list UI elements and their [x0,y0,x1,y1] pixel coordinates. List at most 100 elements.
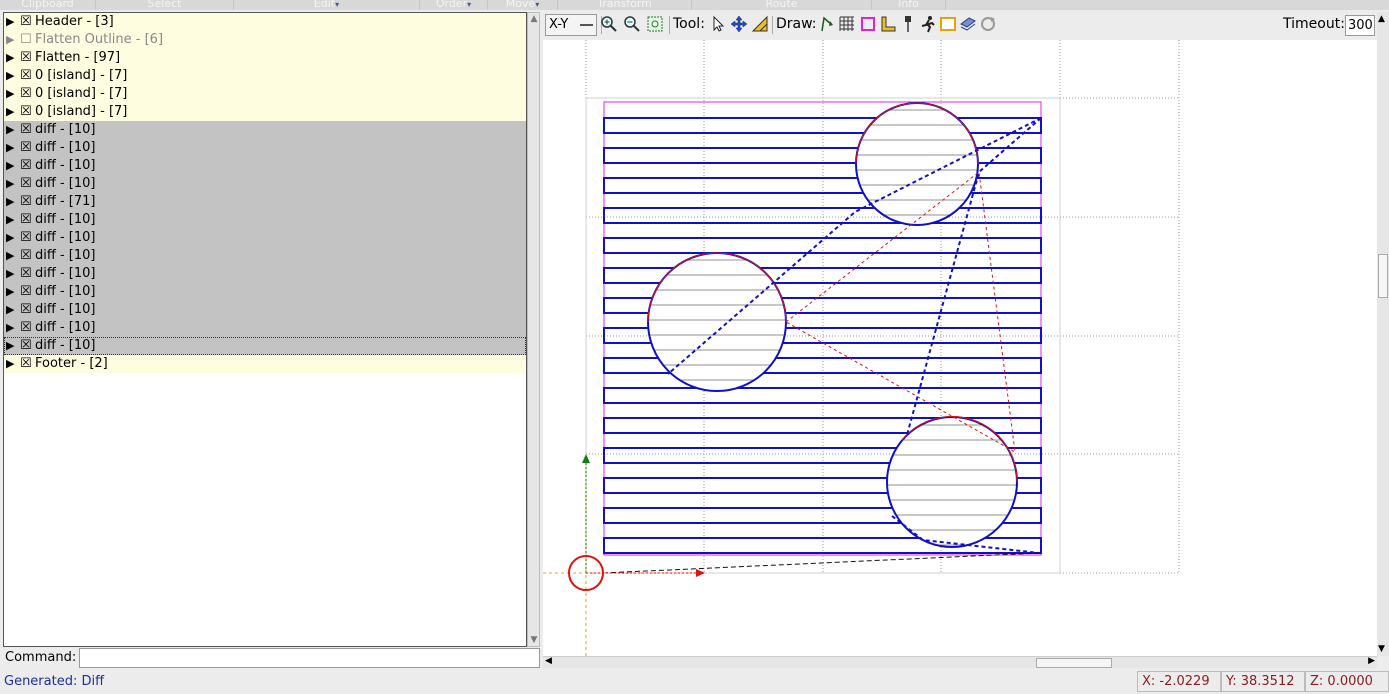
expand-arrow-icon[interactable]: ▶ [6,211,16,229]
tree-row[interactable]: ▶ ☒ diff - [10] [4,121,526,139]
tree-row[interactable]: ▶ ☒ diff - [10] [4,265,526,283]
view-plane-select[interactable]: X-Y [545,14,597,36]
tree-row[interactable]: ▶ ☒ 0 [island] - [7] [4,103,526,121]
expand-arrow-icon[interactable]: ▶ [6,265,16,283]
expand-arrow-icon[interactable]: ▶ [6,121,16,139]
menu-move[interactable]: Move▾ [488,0,558,10]
visibility-checkbox[interactable]: ☒ [20,247,32,265]
expand-arrow-icon[interactable]: ▶ [6,229,16,247]
tree-row[interactable]: ▶ ☒ 0 [island] - [7] [4,67,526,85]
tree-row[interactable]: ▶ ☒ Header - [3] [4,13,526,31]
expand-arrow-icon[interactable]: ▶ [6,157,16,175]
scroll-up-icon[interactable]: ▲ [529,14,539,24]
tree-row[interactable]: ▶ ☒ diff - [10] [4,301,526,319]
visibility-checkbox[interactable]: ☒ [20,121,32,139]
zoom-out-icon[interactable] [622,14,642,36]
tree-row[interactable]: ▶ ☐ Flatten Outline - [6] [4,31,526,49]
canvas-horizontal-scrollbar[interactable]: ◀ ▶ [543,656,1377,668]
expand-arrow-icon[interactable]: ▶ [6,301,16,319]
tree-row[interactable]: ▶ ☒ Flatten - [97] [4,49,526,67]
expand-arrow-icon[interactable]: ▶ [6,85,16,103]
visibility-checkbox[interactable]: ☐ [20,31,32,49]
expand-arrow-icon[interactable]: ▶ [6,319,16,337]
scroll-thumb[interactable] [1036,658,1112,668]
path-icon[interactable] [817,14,837,36]
expand-arrow-icon[interactable]: ▶ [6,67,16,85]
expand-arrow-icon[interactable]: ▶ [6,247,16,265]
tree-row[interactable]: ▶ ☒ diff - [10] [4,337,526,355]
visibility-checkbox[interactable]: ☒ [20,355,32,373]
tree-row[interactable]: ▶ ☒ diff - [10] [4,229,526,247]
expand-arrow-icon[interactable]: ▶ [6,193,16,211]
pointer-icon[interactable] [708,14,728,36]
visibility-checkbox[interactable]: ☒ [20,211,32,229]
menu-clipboard[interactable]: Clipboard [0,0,96,10]
ruler-icon[interactable] [750,14,770,36]
visibility-checkbox[interactable]: ☒ [20,193,32,211]
canvas-vertical-scrollbar[interactable]: ▲ ▼ [1377,12,1389,656]
timeout-input[interactable]: 300 [1345,15,1375,36]
refresh-icon[interactable] [978,14,998,36]
scroll-down-icon[interactable]: ▼ [529,635,539,645]
tree-row[interactable]: ▶ ☒ diff - [10] [4,175,526,193]
scroll-up-icon[interactable]: ▲ [1378,14,1385,24]
layers-icon[interactable] [958,14,978,36]
tree-row[interactable]: ▶ ☒ diff - [10] [4,211,526,229]
tree-scrollbar[interactable]: ▲ ▼ [527,12,540,647]
visibility-checkbox[interactable]: ☒ [20,283,32,301]
menu-edit[interactable]: Edit▾ [234,0,420,10]
menu-route[interactable]: Route [692,0,872,10]
tree-row[interactable]: ▶ ☒ diff - [71] [4,193,526,211]
menu-select[interactable]: Select [96,0,234,10]
visibility-checkbox[interactable]: ☒ [20,175,32,193]
command-input[interactable] [79,648,540,668]
expand-arrow-icon[interactable]: ▶ [6,49,16,67]
expand-arrow-icon[interactable]: ▶ [6,103,16,121]
grid-icon[interactable] [837,14,857,36]
menu-info[interactable]: Info [872,0,946,10]
tree-row[interactable]: ▶ ☒ diff - [10] [4,283,526,301]
menu-order[interactable]: Order▾ [420,0,488,10]
visibility-checkbox[interactable]: ☒ [20,49,32,67]
expand-arrow-icon[interactable]: ▶ [6,337,16,355]
visibility-checkbox[interactable]: ☒ [20,67,32,85]
visibility-checkbox[interactable]: ☒ [20,301,32,319]
visibility-checkbox[interactable]: ☒ [20,229,32,247]
tree-row[interactable]: ▶ ☒ Footer - [2] [4,355,526,373]
scroll-thumb[interactable] [1378,254,1388,298]
box-icon[interactable] [938,14,958,36]
tree-row[interactable]: ▶ ☒ diff - [10] [4,157,526,175]
zoom-fit-icon[interactable] [645,14,665,36]
expand-arrow-icon[interactable]: ▶ [6,139,16,157]
visibility-checkbox[interactable]: ☒ [20,139,32,157]
move-icon[interactable] [729,14,749,36]
visibility-checkbox[interactable]: ☒ [20,319,32,337]
tree-row[interactable]: ▶ ☒ diff - [10] [4,247,526,265]
visibility-checkbox[interactable]: ☒ [20,265,32,283]
expand-arrow-icon[interactable]: ▶ [6,13,16,31]
outline-icon[interactable] [858,14,878,36]
scroll-right-icon[interactable]: ▶ [1368,656,1375,666]
tree-row[interactable]: ▶ ☒ 0 [island] - [7] [4,85,526,103]
menu-transform[interactable]: Transform [558,0,692,10]
command-label: Command: [5,650,77,665]
ruler-icon[interactable] [878,14,898,36]
scroll-down-icon[interactable]: ▼ [1378,644,1385,654]
tree-row[interactable]: ▶ ☒ diff - [10] [4,319,526,337]
object-tree[interactable]: ▶ ☒ Header - [3] ▶ ☐ Flatten Outline - [6] ▶ ☒ F… [3,12,527,647]
tree-row[interactable]: ▶ ☒ diff - [10] [4,139,526,157]
tool-icon[interactable] [898,14,918,36]
visibility-checkbox[interactable]: ☒ [20,157,32,175]
drawing-canvas[interactable] [543,40,1377,656]
zoom-in-icon[interactable] [599,14,619,36]
visibility-checkbox[interactable]: ☒ [20,13,32,31]
visibility-checkbox[interactable]: ☒ [20,337,32,355]
scroll-left-icon[interactable]: ◀ [545,656,552,666]
runner-icon[interactable] [918,14,938,36]
visibility-checkbox[interactable]: ☒ [20,85,32,103]
expand-arrow-icon[interactable]: ▶ [6,31,16,49]
visibility-checkbox[interactable]: ☒ [20,103,32,121]
expand-arrow-icon[interactable]: ▶ [6,175,16,193]
expand-arrow-icon[interactable]: ▶ [6,283,16,301]
expand-arrow-icon[interactable]: ▶ [6,355,16,373]
